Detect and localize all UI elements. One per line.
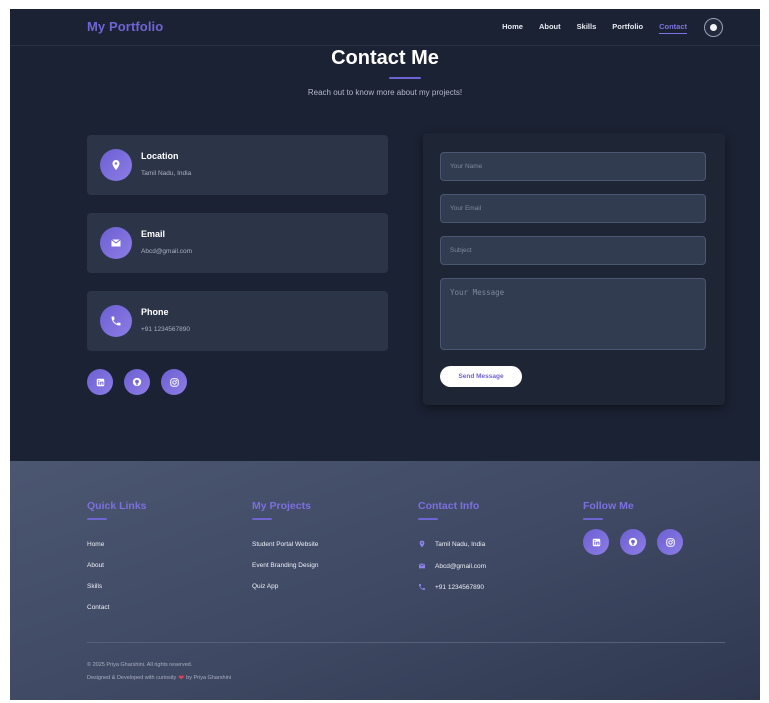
location-pin-icon	[100, 149, 132, 181]
copyright-text: © 2025 Priya Gharshini. All rights reser…	[87, 662, 193, 668]
page-subtitle: Reach out to know more about my projects…	[307, 88, 463, 97]
footer-link-contact[interactable]: Contact	[87, 604, 109, 611]
heart-icon: ❤	[178, 675, 185, 682]
projects-underline	[252, 518, 272, 520]
phone-icon	[100, 305, 132, 337]
contact-social-links	[87, 369, 187, 395]
credit-line: Designed & Developed with curiosity ❤ by…	[87, 674, 231, 682]
quick-links-heading: Quick Links	[87, 500, 147, 512]
footer: Quick Links Home About Skills Contact My…	[10, 461, 760, 700]
contact-info-heading: Contact Info	[418, 500, 480, 512]
footer-email-text: Abcd@gmail.com	[435, 562, 487, 570]
navbar: My Portfolio Home About Skills Portfolio…	[10, 9, 760, 46]
location-value: Tamil Nadu, India	[141, 170, 192, 177]
footer-location-icon	[419, 540, 425, 548]
linkedin-icon[interactable]	[87, 369, 113, 395]
follow-heading: Follow Me	[583, 500, 634, 512]
location-title: Location	[141, 151, 179, 161]
phone-title: Phone	[141, 307, 169, 317]
footer-location-row: Tamil Nadu, India	[418, 540, 485, 548]
name-input[interactable]	[440, 152, 706, 181]
email-title: Email	[141, 229, 166, 239]
project-link-student-portal[interactable]: Student Portal Website	[252, 541, 318, 548]
nav-link-skills[interactable]: Skills	[577, 22, 597, 34]
theme-toggle-icon	[710, 24, 717, 31]
project-link-event-branding[interactable]: Event Branding Design	[252, 562, 319, 569]
footer-phone-row: +91 1234567890	[418, 583, 484, 591]
site-logo[interactable]: My Portfolio	[87, 19, 163, 34]
nav-link-about[interactable]: About	[539, 22, 561, 34]
github-icon[interactable]	[124, 369, 150, 395]
footer-github-icon[interactable]	[620, 529, 646, 555]
footer-location-text: Tamil Nadu, India	[435, 540, 486, 548]
phone-card: Phone +91 1234567890	[87, 291, 388, 351]
footer-link-about[interactable]: About	[87, 562, 104, 569]
footer-phone-text: +91 1234567890	[435, 583, 484, 591]
footer-social-links	[583, 529, 683, 555]
footer-phone-icon	[419, 584, 425, 590]
footer-linkedin-icon[interactable]	[583, 529, 609, 555]
nav-link-portfolio[interactable]: Portfolio	[612, 22, 643, 34]
follow-underline	[583, 518, 603, 520]
footer-email-icon	[418, 563, 426, 569]
project-link-quiz-app[interactable]: Quiz App	[252, 583, 278, 590]
message-textarea[interactable]	[440, 278, 706, 350]
nav-link-home[interactable]: Home	[502, 22, 523, 34]
footer-link-home[interactable]: Home	[87, 541, 104, 548]
contact-info-underline	[418, 518, 438, 520]
projects-heading: My Projects	[252, 500, 311, 512]
email-card: Email Abcd@gmail.com	[87, 213, 388, 273]
location-card: Location Tamil Nadu, India	[87, 135, 388, 195]
send-message-button[interactable]: Send Message	[440, 366, 522, 387]
email-value: Abcd@gmail.com	[141, 248, 193, 255]
subject-input[interactable]	[440, 236, 706, 265]
nav-link-contact[interactable]: Contact	[659, 22, 687, 34]
footer-link-skills[interactable]: Skills	[87, 583, 102, 590]
credit-text-before: Designed & Developed with curiosity	[87, 675, 177, 681]
page-title: Contact Me	[331, 47, 439, 69]
footer-email-row: Abcd@gmail.com	[418, 562, 486, 570]
footer-instagram-icon[interactable]	[657, 529, 683, 555]
phone-value: +91 1234567890	[141, 326, 190, 333]
quick-links-underline	[87, 518, 107, 520]
instagram-icon[interactable]	[161, 369, 187, 395]
page-frame: My Portfolio Home About Skills Portfolio…	[10, 9, 760, 700]
nav-links: Home About Skills Portfolio Contact	[502, 22, 687, 34]
email-input[interactable]	[440, 194, 706, 223]
title-underline	[389, 77, 421, 79]
theme-toggle-button[interactable]	[704, 18, 723, 37]
footer-divider	[87, 642, 725, 643]
contact-form: Send Message	[423, 133, 725, 405]
credit-text-after: by Priya Gharshini	[186, 675, 232, 681]
email-icon	[100, 227, 132, 259]
